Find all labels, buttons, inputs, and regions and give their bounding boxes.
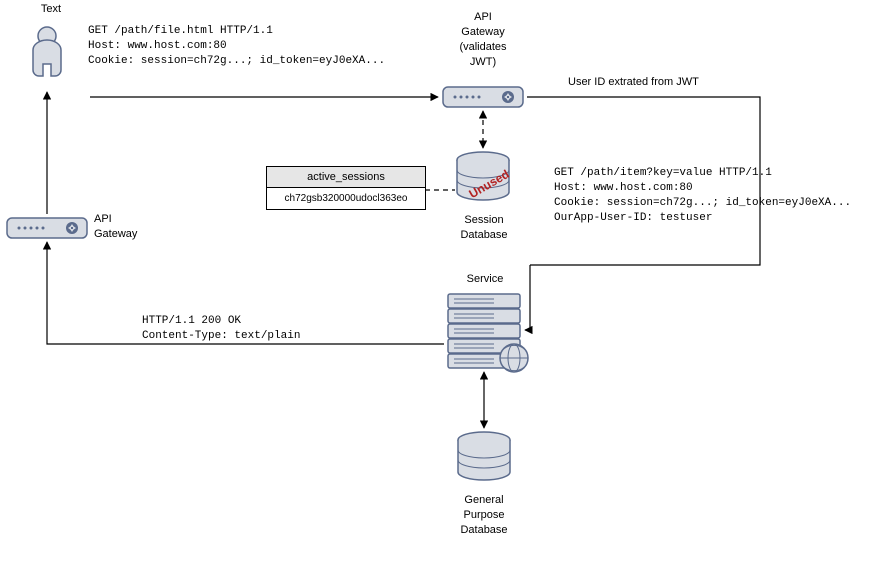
user-icon	[33, 27, 61, 76]
api-gateway-top-icon	[443, 87, 523, 107]
service-server-icon	[448, 294, 528, 372]
service-label: Service	[460, 272, 510, 287]
active-sessions-row: ch72gsb320000udocl363eo	[267, 188, 425, 209]
arrow-into-service	[525, 265, 530, 330]
active-sessions-table: active_sessions ch72gsb320000udocl363eo	[266, 166, 426, 210]
http-request-2: GET /path/item?key=value HTTP/1.1 Host: …	[554, 166, 851, 225]
api-gateway-left-icon	[7, 218, 87, 238]
api-gateway-top-label: API Gateway (validates JWT)	[438, 10, 528, 69]
active-sessions-header: active_sessions	[267, 167, 425, 188]
http-response: HTTP/1.1 200 OK Content-Type: text/plain	[142, 314, 300, 344]
general-database-label: General Purpose Database	[452, 493, 516, 538]
general-database-icon	[458, 432, 510, 480]
jwt-extract-label: User ID extrated from JWT	[568, 75, 768, 90]
session-database-label: Session Database	[452, 213, 516, 243]
api-gateway-left-label: API Gateway	[94, 212, 154, 242]
user-label: Text	[36, 2, 66, 17]
http-request-1: GET /path/file.html HTTP/1.1 Host: www.h…	[88, 24, 385, 69]
